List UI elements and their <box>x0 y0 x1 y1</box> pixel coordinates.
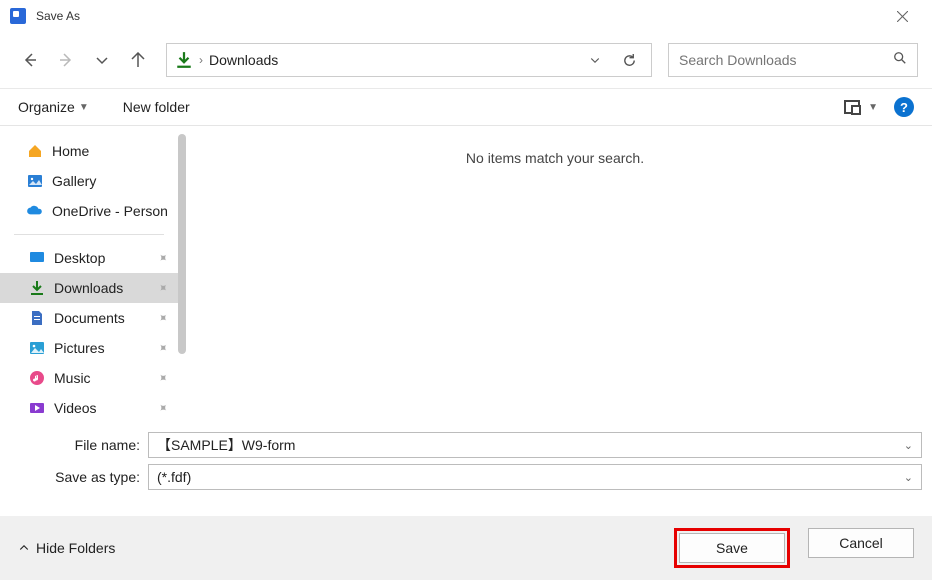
desktop-icon <box>28 249 46 267</box>
forward-button[interactable] <box>50 44 82 76</box>
search-icon <box>893 51 907 70</box>
new-folder-button[interactable]: New folder <box>123 99 190 115</box>
organize-label: Organize <box>18 99 75 115</box>
organize-button[interactable]: Organize ▼ <box>18 99 89 115</box>
title-bar: Save As <box>0 0 932 32</box>
save-button-highlight: Save <box>674 528 790 568</box>
home-icon <box>26 142 44 160</box>
downloads-folder-icon <box>175 51 193 69</box>
chevron-down-icon <box>589 54 601 66</box>
sidebar-item-music[interactable]: Music ✦ <box>0 363 178 393</box>
sidebar-separator <box>14 234 164 235</box>
sidebar-item-label: Home <box>52 143 89 159</box>
breadcrumb-separator: › <box>199 53 203 67</box>
back-button[interactable] <box>14 44 46 76</box>
sidebar-item-desktop[interactable]: Desktop ✦ <box>0 243 178 273</box>
empty-message: No items match your search. <box>202 150 908 166</box>
sidebar-item-pictures[interactable]: Pictures ✦ <box>0 333 178 363</box>
sidebar-item-home[interactable]: Home <box>0 136 178 166</box>
sidebar-item-videos[interactable]: Videos ✦ <box>0 393 178 423</box>
chevron-down-icon <box>94 52 110 68</box>
pin-icon: ✦ <box>154 369 171 386</box>
videos-icon <box>28 399 46 417</box>
savetype-select[interactable]: (*.fdf) ⌄ <box>148 464 922 490</box>
savetype-value: (*.fdf) <box>157 469 191 485</box>
gallery-icon <box>26 172 44 190</box>
toolbar: Organize ▼ New folder ▼ ? <box>0 88 932 126</box>
pin-icon: ✦ <box>154 339 171 356</box>
caret-down-icon: ▼ <box>868 102 878 113</box>
sidebar-item-gallery[interactable]: Gallery <box>0 166 178 196</box>
view-icon <box>844 100 860 114</box>
nav-bar: › Downloads <box>0 32 932 88</box>
filename-label: File name: <box>0 437 148 453</box>
pin-icon: ✦ <box>154 279 171 296</box>
help-button[interactable]: ? <box>894 97 914 117</box>
cloud-icon <box>26 202 44 220</box>
arrow-up-icon <box>130 52 146 68</box>
search-input[interactable] <box>679 52 893 68</box>
sidebar-item-documents[interactable]: Documents ✦ <box>0 303 178 333</box>
hide-folders-label: Hide Folders <box>36 540 115 556</box>
pin-icon: ✦ <box>154 309 171 326</box>
filename-input[interactable]: 【SAMPLE】W9-form ⌄ <box>148 432 922 458</box>
sidebar: Home Gallery OneDrive - Person Desktop ✦ <box>0 126 178 426</box>
caret-down-icon: ▼ <box>79 102 89 113</box>
chevron-down-icon[interactable]: ⌄ <box>904 439 913 452</box>
sidebar-item-label: Downloads <box>54 280 123 296</box>
documents-icon <box>28 309 46 327</box>
new-folder-label: New folder <box>123 99 190 115</box>
sidebar-scrollbar[interactable] <box>178 134 186 354</box>
address-dropdown[interactable] <box>581 54 609 66</box>
sidebar-item-label: OneDrive - Person <box>52 203 168 219</box>
breadcrumb-location[interactable]: Downloads <box>209 52 278 68</box>
sidebar-item-label: Music <box>54 370 91 386</box>
arrow-left-icon <box>22 52 38 68</box>
search-box[interactable] <box>668 43 918 77</box>
window-title: Save As <box>36 9 80 23</box>
chevron-down-icon[interactable]: ⌄ <box>904 471 913 484</box>
close-button[interactable] <box>882 0 922 32</box>
app-icon <box>10 8 26 24</box>
footer: Hide Folders Save Cancel <box>0 516 932 580</box>
save-form: File name: 【SAMPLE】W9-form ⌄ Save as typ… <box>0 426 932 502</box>
sidebar-item-label: Gallery <box>52 173 96 189</box>
view-toggle-button[interactable]: ▼ <box>844 100 878 114</box>
file-list-area: No items match your search. <box>178 126 932 426</box>
filename-value: 【SAMPLE】W9-form <box>157 435 295 455</box>
recent-locations-button[interactable] <box>86 44 118 76</box>
music-icon <box>28 369 46 387</box>
chevron-up-icon <box>18 542 30 554</box>
pictures-icon <box>28 339 46 357</box>
arrow-right-icon <box>58 52 74 68</box>
sidebar-item-label: Documents <box>54 310 125 326</box>
refresh-icon <box>622 53 637 68</box>
sidebar-item-label: Desktop <box>54 250 105 266</box>
close-icon <box>897 11 908 22</box>
pin-icon: ✦ <box>154 399 171 416</box>
save-button[interactable]: Save <box>679 533 785 563</box>
hide-folders-button[interactable]: Hide Folders <box>18 540 115 556</box>
up-button[interactable] <box>122 44 154 76</box>
sidebar-item-downloads[interactable]: Downloads ✦ <box>0 273 178 303</box>
savetype-label: Save as type: <box>0 469 148 485</box>
sidebar-item-label: Pictures <box>54 340 105 356</box>
pin-icon: ✦ <box>154 249 171 266</box>
cancel-button[interactable]: Cancel <box>808 528 914 558</box>
refresh-button[interactable] <box>615 53 643 68</box>
sidebar-item-onedrive[interactable]: OneDrive - Person <box>0 196 178 226</box>
sidebar-item-label: Videos <box>54 400 97 416</box>
address-bar[interactable]: › Downloads <box>166 43 652 77</box>
main-area: Home Gallery OneDrive - Person Desktop ✦ <box>0 126 932 426</box>
downloads-icon <box>28 279 46 297</box>
